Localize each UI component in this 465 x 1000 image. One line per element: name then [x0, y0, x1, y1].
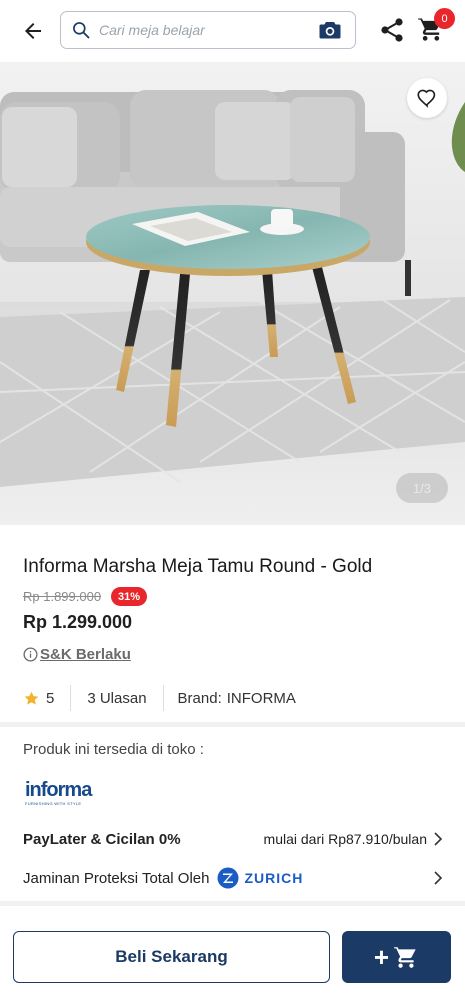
store-logo-text: informa: [25, 779, 92, 801]
bottom-action-bar: Beli Sekarang +: [0, 906, 465, 1000]
product-image-gallery[interactable]: 1/3: [0, 62, 465, 525]
paylater-row[interactable]: PayLater & Cicilan 0% mulai dari Rp87.91…: [23, 826, 443, 852]
zurich-logo: ZURICH: [217, 867, 303, 889]
review-count-label: 3 Ulasan: [87, 689, 147, 707]
review-count[interactable]: 3 Ulasan: [71, 685, 164, 711]
brand-label: Brand:: [177, 689, 222, 707]
current-price: Rp 1.299.000: [23, 612, 133, 632]
chevron-right-icon: [434, 832, 443, 846]
protection-row[interactable]: Jaminan Proteksi Total Oleh ZURICH: [23, 864, 443, 892]
zurich-wordmark: ZURICH: [244, 870, 304, 886]
cart-count-badge: 0: [434, 8, 455, 29]
product-stats: 5 3 Ulasan Brand: INFORMA: [23, 684, 296, 712]
terms-link[interactable]: S&K Berlaku: [23, 646, 131, 663]
protection-label: Jaminan Proteksi Total Oleh: [23, 869, 210, 887]
cart-icon: [394, 946, 416, 968]
protection-info: Jaminan Proteksi Total Oleh ZURICH: [23, 867, 303, 889]
share-button[interactable]: [378, 16, 406, 44]
search-input[interactable]: [99, 22, 309, 38]
rating: 5: [23, 685, 72, 711]
search-bar[interactable]: [60, 11, 356, 49]
section-divider: [0, 722, 465, 727]
zurich-z-icon: [217, 867, 239, 889]
store-logo-tagline: FURNISHING WITH STYLE: [25, 801, 82, 806]
paylater-value-group: mulai dari Rp87.910/bulan: [264, 831, 443, 847]
store-logo-informa[interactable]: informa FURNISHING WITH STYLE: [25, 779, 92, 808]
star-icon: [24, 691, 39, 705]
favorite-button[interactable]: [407, 78, 447, 118]
brand-value: INFORMA: [226, 689, 296, 707]
plus-icon: +: [373, 942, 390, 972]
camera-search-button[interactable]: [319, 20, 341, 40]
camera-icon: [319, 22, 341, 39]
add-to-cart-button[interactable]: +: [342, 931, 451, 983]
image-counter: 1/3: [396, 473, 448, 503]
product-title: Informa Marsha Meja Tamu Round - Gold: [23, 556, 373, 577]
paylater-label: PayLater & Cicilan 0%: [23, 830, 181, 848]
buy-now-button[interactable]: Beli Sekarang: [13, 931, 330, 983]
product-photo: [0, 62, 465, 525]
top-app-bar: 0: [0, 0, 465, 62]
heart-outline-icon: [417, 89, 436, 108]
paylater-value: mulai dari Rp87.910/bulan: [263, 831, 427, 847]
chevron-right-icon: [434, 871, 443, 885]
discount-badge: 31%: [111, 587, 148, 606]
terms-link-label: S&K Berlaku: [40, 646, 131, 663]
availability-label: Produk ini tersedia di toko :: [23, 741, 204, 758]
share-icon: [381, 18, 403, 42]
info-icon: [23, 647, 38, 662]
arrow-left-icon: [25, 23, 41, 39]
search-icon: [73, 22, 90, 39]
original-price: Rp 1.899.000: [23, 589, 102, 604]
back-button[interactable]: [18, 16, 48, 46]
rating-value: 5: [46, 689, 55, 707]
brand-info[interactable]: Brand: INFORMA: [164, 685, 296, 711]
